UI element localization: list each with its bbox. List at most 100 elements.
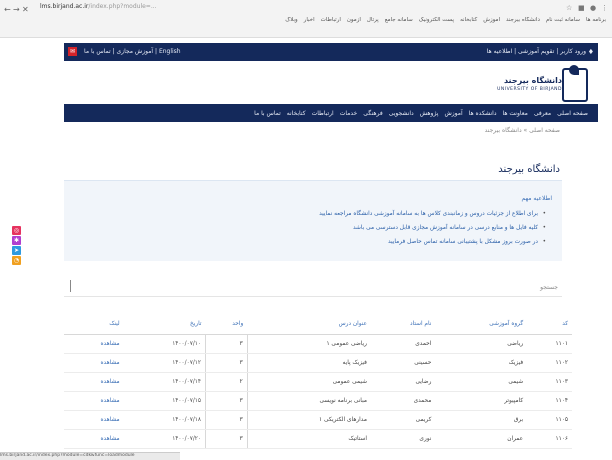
nav-item[interactable]: آموزش: [444, 110, 462, 117]
bookmark[interactable]: پست الکترونیک: [419, 17, 454, 29]
bookmark[interactable]: ارتباطات: [321, 17, 341, 29]
search-row: جستجو: [64, 278, 562, 297]
address-bar[interactable]: lms.birjand.ac.ir/index.php?module=...: [40, 3, 560, 14]
table-cell: حسینی: [370, 353, 436, 373]
forward-icon[interactable]: →: [13, 5, 20, 14]
top-right-links[interactable]: ورود کاربر | تقویم آموزشی | اطلاعیه ها: [487, 48, 586, 55]
row-link[interactable]: مشاهده: [64, 391, 124, 411]
bookmark[interactable]: آموزش: [483, 17, 500, 29]
table-cell: ۳: [205, 391, 248, 411]
rss-icon[interactable]: ◔: [12, 256, 21, 265]
table-cell: فیزیک: [435, 353, 528, 373]
back-icon[interactable]: ←: [4, 5, 11, 14]
nav-item[interactable]: کتابخانه: [287, 110, 306, 117]
logo-mark: [562, 65, 588, 102]
bookmark[interactable]: آزمون: [347, 17, 361, 29]
table-cell: ۳: [205, 334, 248, 354]
bookmark[interactable]: دانشگاه بیرجند: [506, 17, 540, 29]
row-link[interactable]: مشاهده: [64, 334, 124, 354]
table-cell: ۲: [205, 372, 248, 392]
share-icon[interactable]: ✱: [12, 236, 21, 245]
row-link[interactable]: مشاهده: [64, 429, 124, 449]
table-cell: فیزیک پایه: [247, 353, 371, 373]
row-link[interactable]: مشاهده: [64, 353, 124, 373]
table-cell: محمدی: [370, 391, 436, 411]
row-link[interactable]: مشاهده: [64, 372, 124, 392]
table-header-row: کد گروه آموزشی نام استاد عنوان درس واحد …: [64, 314, 572, 335]
bookmark[interactable]: سامانه ثبت نام: [546, 17, 580, 29]
table-cell: برق: [435, 410, 528, 430]
table-cell: کامپیوتر: [435, 391, 528, 411]
url-path: /index.php?module=...: [88, 3, 157, 10]
nav-item[interactable]: معاونت ها: [503, 110, 528, 117]
mail-icon[interactable]: ✉: [68, 47, 77, 56]
table-cell: ۱۱۰۲: [527, 353, 572, 373]
profile-icon[interactable]: ●: [590, 4, 596, 12]
table-cell: استاتیک: [247, 429, 371, 449]
page-title: دانشگاه بیرجند: [498, 164, 560, 175]
nav-item[interactable]: معرفی: [534, 110, 551, 117]
table-cell: ۳: [205, 429, 248, 449]
table-cell: شیمی عمومی: [247, 372, 371, 392]
column-header[interactable]: نام استاد: [370, 314, 436, 335]
table-cell: ۳: [205, 353, 248, 373]
nav-item[interactable]: دانشجویی: [389, 110, 414, 117]
table-cell: کریمی: [370, 410, 436, 430]
close-icon[interactable]: ✕: [22, 5, 29, 14]
social-share-bar: ◎ ✱ ➤ ◔: [12, 226, 21, 266]
notice-item[interactable]: برای اطلاع از جزئیات دروس و زمانبندی کلا…: [319, 211, 546, 217]
table-cell: مدارهای الکتریکی ۱: [247, 410, 371, 430]
table-cell: عمران: [435, 429, 528, 449]
table-row: ۱۱۰۳ شیمی رضایی شیمی عمومی ۲ ۱۴۰۰/۰۷/۱۴ …: [64, 372, 572, 392]
bookmark[interactable]: سامانه جامع: [385, 17, 413, 29]
table-cell: ۱۴۰۰/۰۷/۲۰: [123, 429, 207, 449]
notice-item[interactable]: در صورت بروز مشکل با پشتیبانی سامانه تما…: [388, 239, 546, 245]
notice-heading: اطلاعیه مهم: [521, 195, 552, 202]
logo-latin: UNIVERSITY OF BIRJAND: [497, 87, 562, 92]
table-cell: احمدی: [370, 334, 436, 354]
row-link[interactable]: مشاهده: [64, 410, 124, 430]
main-nav: صفحه اصلی معرفی معاونت ها دانشکده ها آمو…: [64, 104, 598, 122]
nav-item[interactable]: فرهنگی: [363, 110, 382, 117]
column-header[interactable]: عنوان درس: [247, 314, 371, 335]
bookmark[interactable]: برنامه ها: [586, 17, 606, 29]
top-left-links[interactable]: آموزش مجازی | تماس با ما | English: [84, 48, 181, 55]
nav-item[interactable]: خدمات: [340, 110, 358, 117]
column-header[interactable]: گروه آموزشی: [435, 314, 528, 335]
search-label: جستجو: [540, 284, 558, 291]
bookmark[interactable]: پرتال: [367, 17, 379, 29]
nav-item[interactable]: پژوهش: [420, 110, 439, 117]
user-icon[interactable]: ♦: [588, 48, 594, 56]
table-cell: رضایی: [370, 372, 436, 392]
table-cell: مبانی برنامه نویسی: [247, 391, 371, 411]
column-header[interactable]: کد: [527, 314, 572, 335]
table-cell: نوری: [370, 429, 436, 449]
nav-item[interactable]: تماس با ما: [254, 110, 281, 117]
breadcrumb[interactable]: صفحه اصلی » دانشگاه بیرجند: [485, 127, 560, 134]
nav-item[interactable]: دانشکده ها: [469, 110, 497, 117]
table-cell: ۱۴۰۰/۰۷/۱۴: [123, 372, 207, 392]
bookmark[interactable]: وبلاگ: [285, 17, 297, 29]
instagram-icon[interactable]: ◎: [12, 226, 21, 235]
star-icon[interactable]: ☆: [566, 4, 572, 12]
menu-icon[interactable]: ⋮: [601, 4, 608, 12]
telegram-icon[interactable]: ➤: [12, 246, 21, 255]
column-header[interactable]: تاریخ: [123, 314, 206, 335]
nav-item[interactable]: صفحه اصلی: [557, 110, 588, 117]
bookmark[interactable]: اخبار: [304, 17, 315, 29]
extension-icon[interactable]: ■: [578, 4, 585, 12]
column-header[interactable]: واحد: [205, 314, 248, 335]
column-header[interactable]: لینک: [64, 314, 124, 335]
top-bar: ✉ آموزش مجازی | تماس با ما | English ورو…: [64, 43, 598, 61]
bookmark[interactable]: کتابخانه: [460, 17, 477, 29]
notice-item[interactable]: کلیه فایل ها و منابع درسی در سامانه آموز…: [353, 225, 546, 231]
search-input[interactable]: [70, 280, 79, 292]
table-cell: ۱۱۰۶: [527, 429, 572, 449]
table-row: ۱۱۰۵ برق کریمی مدارهای الکتریکی ۱ ۳ ۱۴۰۰…: [64, 410, 572, 430]
table-row: ۱۱۰۱ ریاضی احمدی ریاضی عمومی ۱ ۳ ۱۴۰۰/۰۷…: [64, 334, 572, 354]
nav-item[interactable]: ارتباطات: [312, 110, 334, 117]
table-cell: ۱۱۰۵: [527, 410, 572, 430]
table-cell: ۳: [205, 410, 248, 430]
university-logo[interactable]: دانشگاه بیرجند UNIVERSITY OF BIRJAND: [497, 65, 588, 102]
table-cell: ۱۱۰۴: [527, 391, 572, 411]
